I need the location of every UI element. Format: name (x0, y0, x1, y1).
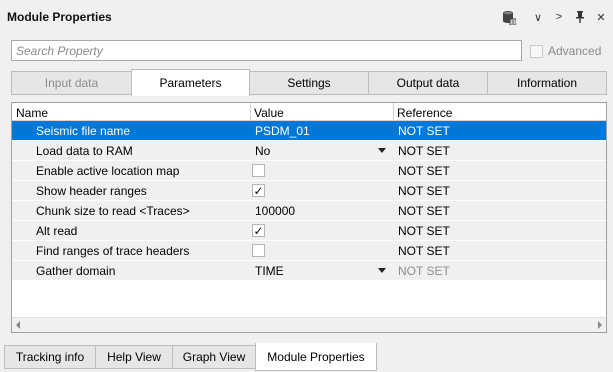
advanced-checkbox[interactable] (530, 44, 543, 58)
column-divider[interactable] (393, 103, 394, 121)
property-checkbox[interactable] (252, 244, 265, 257)
column-header-value[interactable]: Value (254, 106, 284, 120)
property-name: Find ranges of trace headers (36, 244, 190, 258)
property-value[interactable]: PSDM_01 (255, 124, 310, 138)
property-checkbox[interactable] (252, 164, 265, 177)
property-row-chunk-size[interactable]: Chunk size to read <Traces> 100000 NOT S… (12, 201, 606, 221)
column-divider[interactable] (250, 103, 251, 121)
property-name: Gather domain (36, 264, 116, 278)
tab-parameters[interactable]: Parameters (131, 69, 250, 96)
property-row-gather-domain[interactable]: Gather domain TIME NOT SET (12, 261, 606, 281)
property-reference: NOT SET (398, 184, 450, 198)
property-row-show-header-ranges[interactable]: Show header ranges ✓ NOT SET (12, 181, 606, 201)
advanced-toggle[interactable]: Advanced (530, 43, 601, 59)
property-name: Alt read (36, 224, 78, 238)
panel-titlebar: Module Properties ∨ > ✕ (0, 0, 613, 34)
column-header-reference[interactable]: Reference (397, 106, 452, 120)
advanced-label: Advanced (548, 44, 602, 58)
property-name: Chunk size to read <Traces> (36, 204, 190, 218)
tab-help-view[interactable]: Help View (95, 345, 173, 369)
scroll-left-icon[interactable] (16, 321, 20, 329)
property-reference: NOT SET (398, 124, 450, 138)
property-row-find-ranges-of-trace-headers[interactable]: Find ranges of trace headers NOT SET (12, 241, 606, 261)
tab-module-properties[interactable]: Module Properties (255, 343, 377, 371)
checkmark-icon: ✓ (253, 223, 264, 238)
dropdown-arrow-icon[interactable] (378, 268, 386, 273)
search-field[interactable] (11, 40, 522, 61)
chevron-right-icon[interactable]: > (551, 9, 567, 25)
property-value-dropdown[interactable]: No (255, 144, 270, 158)
property-tabs: Input data Parameters Settings Output da… (11, 69, 607, 96)
search-input[interactable] (12, 41, 521, 60)
dropdown-arrow-icon[interactable] (378, 148, 386, 153)
property-checkbox[interactable]: ✓ (252, 184, 265, 197)
property-reference: NOT SET (398, 224, 450, 238)
property-reference: NOT SET (398, 204, 450, 218)
property-row-load-data-to-ram[interactable]: Load data to RAM No NOT SET (12, 141, 606, 161)
tab-input-data[interactable]: Input data (11, 71, 132, 95)
property-row-seismic-file-name[interactable]: Seismic file name PSDM_01 NOT SET (12, 121, 606, 141)
horizontal-scrollbar[interactable] (12, 317, 606, 332)
property-grid: Name Value Reference Seismic file name P… (11, 102, 607, 333)
property-value-dropdown[interactable]: TIME (255, 264, 284, 278)
property-reference: NOT SET (398, 264, 450, 278)
property-checkbox[interactable]: ✓ (252, 224, 265, 237)
property-reference: NOT SET (398, 244, 450, 258)
tab-graph-view[interactable]: Graph View (172, 345, 256, 369)
checkmark-icon: ✓ (253, 183, 264, 198)
property-row-alt-read[interactable]: Alt read ✓ NOT SET (12, 221, 606, 241)
panel-title: Module Properties (7, 10, 112, 24)
property-reference: NOT SET (398, 144, 450, 158)
property-name: Enable active location map (36, 164, 180, 178)
column-header-name[interactable]: Name (16, 106, 48, 120)
tab-output-data[interactable]: Output data (368, 71, 488, 95)
pin-icon[interactable] (572, 9, 588, 25)
property-name: Show header ranges (36, 184, 147, 198)
property-value[interactable]: 100000 (255, 204, 295, 218)
database-icon[interactable] (501, 9, 517, 25)
chevron-down-icon[interactable]: ∨ (530, 9, 546, 25)
bottom-tab-bar: Tracking info Help View Graph View Modul… (0, 343, 613, 372)
property-reference: NOT SET (398, 164, 450, 178)
property-row-enable-active-location-map[interactable]: Enable active location map NOT SET (12, 161, 606, 181)
tab-information[interactable]: Information (487, 71, 607, 95)
tab-tracking-info[interactable]: Tracking info (4, 345, 96, 369)
grid-header: Name Value Reference (12, 103, 606, 121)
scroll-right-icon[interactable] (598, 321, 602, 329)
close-icon[interactable]: ✕ (593, 9, 609, 25)
property-name: Load data to RAM (36, 144, 133, 158)
tab-settings[interactable]: Settings (249, 71, 369, 95)
property-name: Seismic file name (36, 124, 131, 138)
